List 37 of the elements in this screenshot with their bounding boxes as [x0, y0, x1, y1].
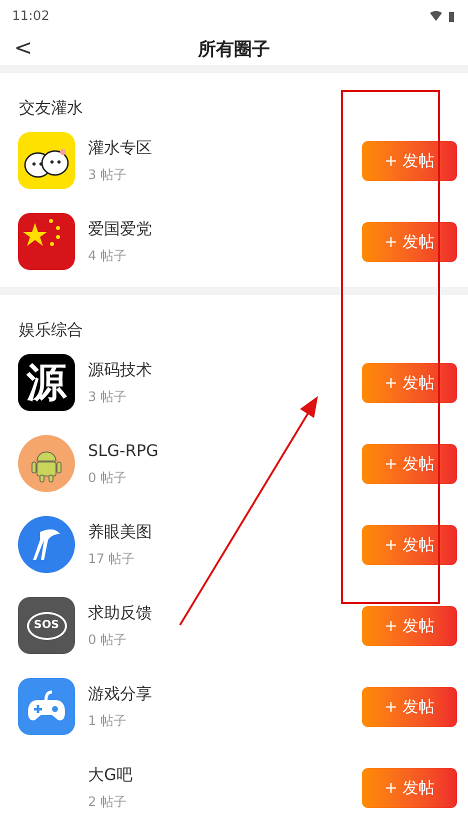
- status-icons: [430, 11, 456, 23]
- post-count: 3 帖子: [88, 388, 128, 407]
- post-count: 3 帖子: [88, 166, 128, 185]
- post-button[interactable]: + 发帖: [362, 606, 457, 646]
- gamepad-icon: [18, 678, 75, 735]
- flag-icon: [18, 213, 75, 270]
- post-button[interactable]: + 发帖: [362, 140, 457, 180]
- page-title: 所有圈子: [198, 38, 270, 62]
- sos-icon: SOS: [18, 597, 75, 654]
- back-button[interactable]: <: [14, 38, 32, 60]
- legs-icon: [18, 516, 75, 573]
- circle-name: 游戏分享: [88, 682, 153, 705]
- post-button[interactable]: + 发帖: [362, 222, 457, 262]
- post-button[interactable]: + 发帖: [362, 444, 457, 484]
- post-button[interactable]: + 发帖: [362, 768, 457, 808]
- circle-name: 求助反馈: [88, 602, 153, 624]
- circle-name: 爱国爱党: [88, 218, 153, 240]
- circle-name: SLG-RPG: [88, 440, 160, 462]
- status-time: 11:02: [12, 8, 50, 26]
- post-count: 0 帖子: [88, 632, 128, 650]
- robot-icon: [18, 435, 75, 492]
- post-button[interactable]: + 发帖: [362, 686, 457, 726]
- section-title: 交友灌水: [19, 97, 83, 119]
- circle-name: 源码技术: [88, 358, 153, 381]
- circle-name: 养眼美图: [88, 520, 153, 543]
- post-button[interactable]: + 发帖: [362, 524, 457, 564]
- section-title: 娱乐综合: [19, 319, 83, 341]
- post-count: 4 帖子: [88, 248, 128, 266]
- chat-bubbles-icon: [18, 132, 75, 189]
- app-logo: 源: [18, 354, 75, 411]
- post-count: 1 帖子: [88, 712, 128, 731]
- post-button[interactable]: + 发帖: [362, 362, 457, 402]
- circle-name: 大G吧: [88, 764, 134, 786]
- circle-name: 灌水专区: [88, 136, 153, 159]
- post-count: 17 帖子: [88, 550, 136, 569]
- post-count: 0 帖子: [88, 470, 128, 488]
- post-count: 2 帖子: [88, 794, 128, 812]
